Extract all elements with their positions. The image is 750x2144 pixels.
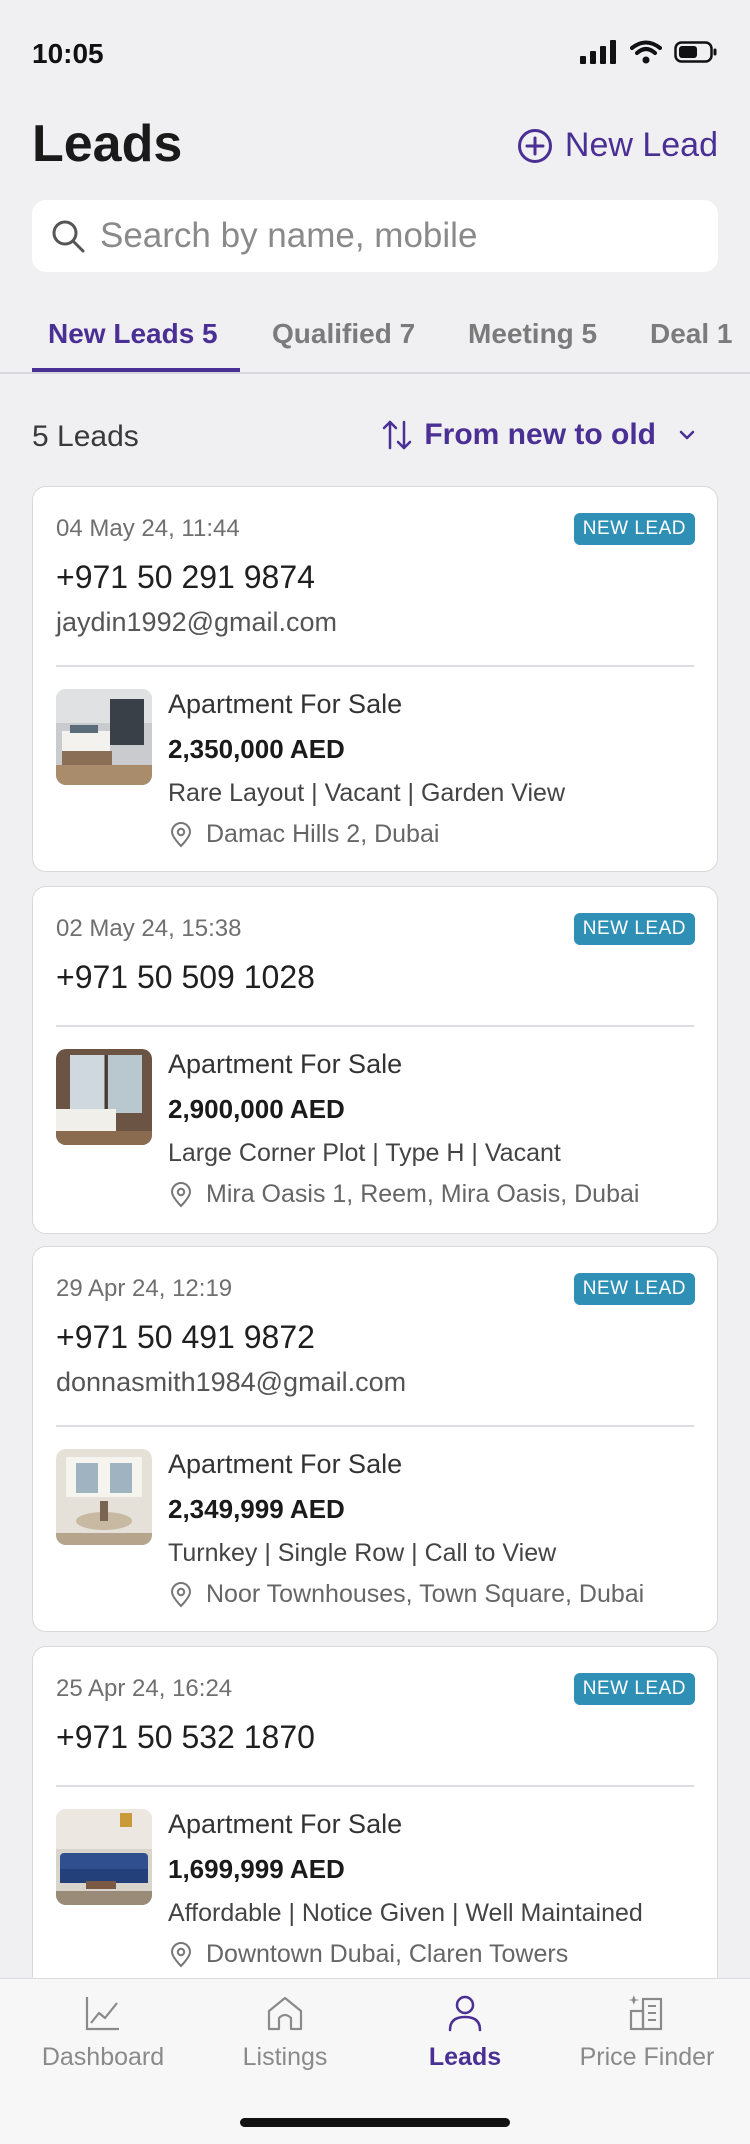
location-pin-icon — [170, 1941, 192, 1967]
lead-tabs: New Leads 5 Qualified 7 Meeting 5 Deal 1 — [0, 300, 750, 374]
listing-info: Apartment For Sale 2,900,000 AED Large C… — [168, 1049, 639, 1209]
lead-phone[interactable]: +971 50 509 1028 — [56, 959, 315, 996]
nav-leads[interactable]: Leads — [374, 1979, 556, 2099]
nav-label: Dashboard — [41, 2043, 165, 2071]
card-divider — [56, 1785, 694, 1787]
lead-email[interactable]: jaydin1992@gmail.com — [56, 607, 337, 638]
tab-deal[interactable]: Deal 1 — [650, 318, 733, 350]
location-pin-icon — [170, 1181, 192, 1207]
chevron-down-icon — [679, 430, 695, 440]
new-lead-button[interactable]: New Lead — [517, 126, 718, 165]
listing-location: Damac Hills 2, Dubai — [168, 820, 565, 849]
wifi-icon — [630, 40, 662, 64]
building-icon — [628, 1995, 663, 2031]
status-badge: NEW LEAD — [573, 1273, 695, 1305]
nav-label: Price Finder — [579, 2043, 715, 2071]
listing-price: 1,699,999 AED — [168, 1854, 345, 1884]
listing-tags: Rare Layout | Vacant | Garden View — [168, 779, 566, 807]
location-pin-icon — [170, 1581, 192, 1607]
lead-card[interactable]: 29 Apr 24, 12:19 NEW LEAD +971 50 491 98… — [32, 1246, 718, 1632]
tab-meeting[interactable]: Meeting 5 — [468, 318, 597, 350]
card-divider — [56, 1425, 694, 1427]
lead-card[interactable]: 02 May 24, 15:38 NEW LEAD +971 50 509 10… — [32, 886, 718, 1234]
lead-date: 29 Apr 24, 12:19 — [56, 1275, 233, 1302]
lead-card[interactable]: 04 May 24, 11:44 NEW LEAD +971 50 291 98… — [32, 486, 718, 872]
status-badge: NEW LEAD — [573, 1673, 695, 1705]
home-indicator — [240, 2118, 510, 2127]
location-label: Downtown Dubai, Claren Towers — [206, 1940, 569, 1968]
lead-date: 25 Apr 24, 16:24 — [56, 1675, 233, 1702]
search-input[interactable] — [100, 216, 680, 256]
nav-listings[interactable]: Listings — [194, 1979, 376, 2099]
status-bar: 10:05 — [0, 0, 750, 110]
listing-tags: Large Corner Plot | Type H | Vacant — [168, 1139, 561, 1167]
lead-phone[interactable]: +971 50 291 9874 — [56, 559, 315, 596]
search-bar[interactable] — [32, 200, 718, 272]
nav-label: Listings — [242, 2043, 328, 2071]
listing-price: 2,350,000 AED — [168, 734, 345, 764]
listing-thumbnail — [56, 689, 152, 785]
page-title: Leads — [32, 115, 183, 173]
search-icon — [52, 220, 85, 253]
lead-date: 04 May 24, 11:44 — [56, 515, 240, 542]
card-divider — [56, 665, 694, 667]
lead-count: 5 Leads — [32, 420, 139, 453]
lead-phone[interactable]: +971 50 491 9872 — [56, 1319, 315, 1356]
chart-icon — [85, 1997, 119, 2031]
listing-type: Apartment For Sale — [168, 1049, 403, 1079]
location-pin-icon — [170, 821, 192, 847]
sort-arrows-icon — [383, 420, 412, 450]
listing-price: 2,900,000 AED — [168, 1094, 345, 1124]
listing-price: 2,349,999 AED — [168, 1494, 345, 1524]
sort-label: From new to old — [424, 418, 656, 451]
location-label: Damac Hills 2, Dubai — [206, 820, 440, 848]
status-badge: NEW LEAD — [573, 513, 695, 545]
tab-new-leads[interactable]: New Leads 5 — [48, 318, 218, 350]
sort-button[interactable]: From new to old — [380, 418, 698, 452]
lead-card[interactable]: 25 Apr 24, 16:24 NEW LEAD +971 50 532 18… — [32, 1646, 718, 2032]
listing-location: Mira Oasis 1, Reem, Mira Oasis, Dubai — [168, 1180, 639, 1209]
card-divider — [56, 1025, 694, 1027]
listing-info: Apartment For Sale 1,699,999 AED Afforda… — [168, 1809, 643, 1969]
person-icon — [448, 1995, 482, 2032]
nav-label: Leads — [428, 2043, 502, 2071]
listing-tags: Turnkey | Single Row | Call to View — [168, 1539, 557, 1567]
status-icons — [580, 40, 718, 64]
list-header: 5 Leads From new to old — [0, 414, 750, 464]
plus-circle-icon — [517, 128, 552, 163]
listing-location: Noor Townhouses, Town Square, Dubai — [168, 1580, 644, 1609]
listing-info: Apartment For Sale 2,349,999 AED Turnkey… — [168, 1449, 644, 1609]
listing-tags: Affordable | Notice Given | Well Maintai… — [168, 1899, 643, 1927]
listing-thumbnail — [56, 1049, 152, 1145]
status-badge: NEW LEAD — [573, 913, 695, 945]
location-label: Noor Townhouses, Town Square, Dubai — [206, 1580, 645, 1608]
lead-date: 02 May 24, 15:38 — [56, 915, 242, 942]
location-label: Mira Oasis 1, Reem, Mira Oasis, Dubai — [206, 1180, 640, 1208]
header: Leads New Lead — [0, 110, 750, 190]
listing-type: Apartment For Sale — [168, 1449, 403, 1479]
home-icon — [267, 1996, 303, 2031]
lead-phone[interactable]: +971 50 532 1870 — [56, 1719, 315, 1756]
signal-icon — [580, 40, 616, 64]
tab-qualified[interactable]: Qualified 7 — [272, 318, 415, 350]
listing-type: Apartment For Sale — [168, 1809, 403, 1839]
active-tab-indicator — [32, 368, 240, 372]
listing-type: Apartment For Sale — [168, 689, 403, 719]
new-lead-label: New Lead — [564, 126, 718, 164]
nav-dashboard[interactable]: Dashboard — [12, 1979, 194, 2099]
status-time: 10:05 — [32, 38, 104, 69]
listing-location: Downtown Dubai, Claren Towers — [168, 1940, 643, 1969]
listing-thumbnail — [56, 1449, 152, 1545]
lead-email[interactable]: donnasmith1984@gmail.com — [56, 1367, 406, 1398]
battery-icon — [674, 41, 717, 63]
nav-price-finder[interactable]: Price Finder — [556, 1979, 738, 2099]
listing-thumbnail — [56, 1809, 152, 1905]
listing-info: Apartment For Sale 2,350,000 AED Rare La… — [168, 689, 565, 849]
